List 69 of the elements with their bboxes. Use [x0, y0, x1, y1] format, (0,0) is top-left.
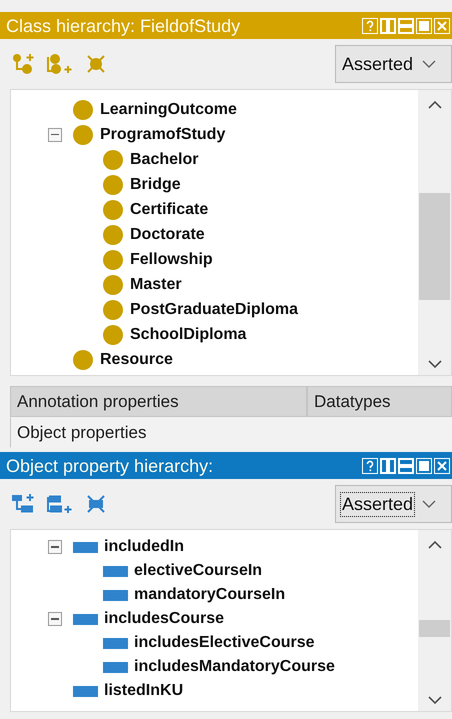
class-icon [73, 124, 93, 144]
maximize-icon[interactable] [416, 458, 432, 474]
tree-item[interactable]: PostGraduateDiploma [130, 300, 298, 318]
panel-title: Object property hierarchy: [6, 456, 214, 476]
property-icon [73, 614, 98, 624]
add-child-icon[interactable] [12, 53, 36, 75]
tree-item[interactable]: LearningOutcome [100, 100, 237, 118]
class-icon [73, 350, 93, 370]
maximize-icon[interactable] [416, 18, 432, 34]
tree-item[interactable]: Doctorate [130, 226, 205, 244]
tree-item[interactable]: mandatoryCourseIn [134, 586, 286, 604]
property-icon [103, 638, 128, 648]
add-child-icon[interactable] [12, 493, 36, 515]
tab[interactable]: Annotation properties [10, 386, 307, 417]
collapse-toggle[interactable] [48, 612, 62, 626]
chevron-down-icon[interactable] [422, 59, 436, 69]
tree-item[interactable]: Fellowship [130, 250, 213, 268]
class-icon [103, 224, 123, 244]
class-icon [103, 250, 123, 270]
split-vertical-icon[interactable] [380, 18, 396, 34]
close-icon[interactable] [434, 458, 450, 474]
add-sibling-icon[interactable] [46, 493, 74, 515]
mode-dropdown[interactable]: Asserted [335, 485, 452, 523]
tree-item[interactable]: Bachelor [130, 150, 198, 168]
tree-item[interactable]: electiveCourseIn [134, 562, 262, 580]
collapse-toggle[interactable] [48, 128, 62, 142]
split-horizontal-icon[interactable] [398, 18, 414, 34]
class-icon [103, 324, 123, 344]
panel-title: Class hierarchy: FieldofStudy [6, 16, 242, 36]
scroll-down-icon[interactable] [427, 695, 443, 705]
tree-item[interactable]: Bridge [130, 176, 181, 194]
property-icon [73, 542, 98, 552]
close-icon[interactable] [434, 18, 450, 34]
tab[interactable]: Datatypes [307, 386, 452, 417]
class-icon [103, 174, 123, 194]
tree-item[interactable]: includesCourse [104, 610, 224, 628]
help-icon[interactable] [362, 458, 378, 474]
tree-item[interactable]: listedInKU [104, 682, 184, 700]
property-icon [103, 566, 128, 576]
tree-item[interactable]: includesElectiveCourse [134, 634, 315, 652]
chevron-down-icon[interactable] [422, 499, 436, 509]
tree-item[interactable]: includedIn [104, 538, 184, 556]
class-icon [103, 274, 123, 294]
tree-item[interactable]: includesMandatoryCourse [134, 658, 335, 676]
scrollbar[interactable] [418, 530, 451, 711]
tree-item[interactable]: Master [130, 276, 182, 294]
split-vertical-icon[interactable] [380, 458, 396, 474]
class-icon [103, 300, 123, 320]
property-icon [73, 686, 98, 696]
scroll-thumb[interactable] [419, 620, 450, 637]
tree-item[interactable]: Resource [100, 350, 173, 368]
tree-item[interactable]: ProgramofStudy [100, 126, 226, 144]
add-sibling-icon[interactable] [46, 53, 74, 75]
scroll-up-icon[interactable] [427, 100, 443, 110]
class-icon [73, 100, 93, 120]
class-icon [103, 200, 123, 220]
tree-item[interactable]: Certificate [130, 200, 208, 218]
class-icon [103, 150, 123, 170]
scroll-down-icon[interactable] [427, 359, 443, 369]
split-horizontal-icon[interactable] [398, 458, 414, 474]
help-icon[interactable] [362, 18, 378, 34]
scrollbar[interactable] [418, 90, 451, 375]
tree-item[interactable]: SchoolDiploma [130, 326, 246, 344]
collapse-toggle[interactable] [48, 540, 62, 554]
scroll-thumb[interactable] [419, 193, 450, 300]
property-icon [103, 662, 128, 672]
mode-dropdown[interactable]: Asserted [335, 45, 452, 83]
property-icon [103, 590, 128, 600]
scroll-up-icon[interactable] [427, 540, 443, 550]
